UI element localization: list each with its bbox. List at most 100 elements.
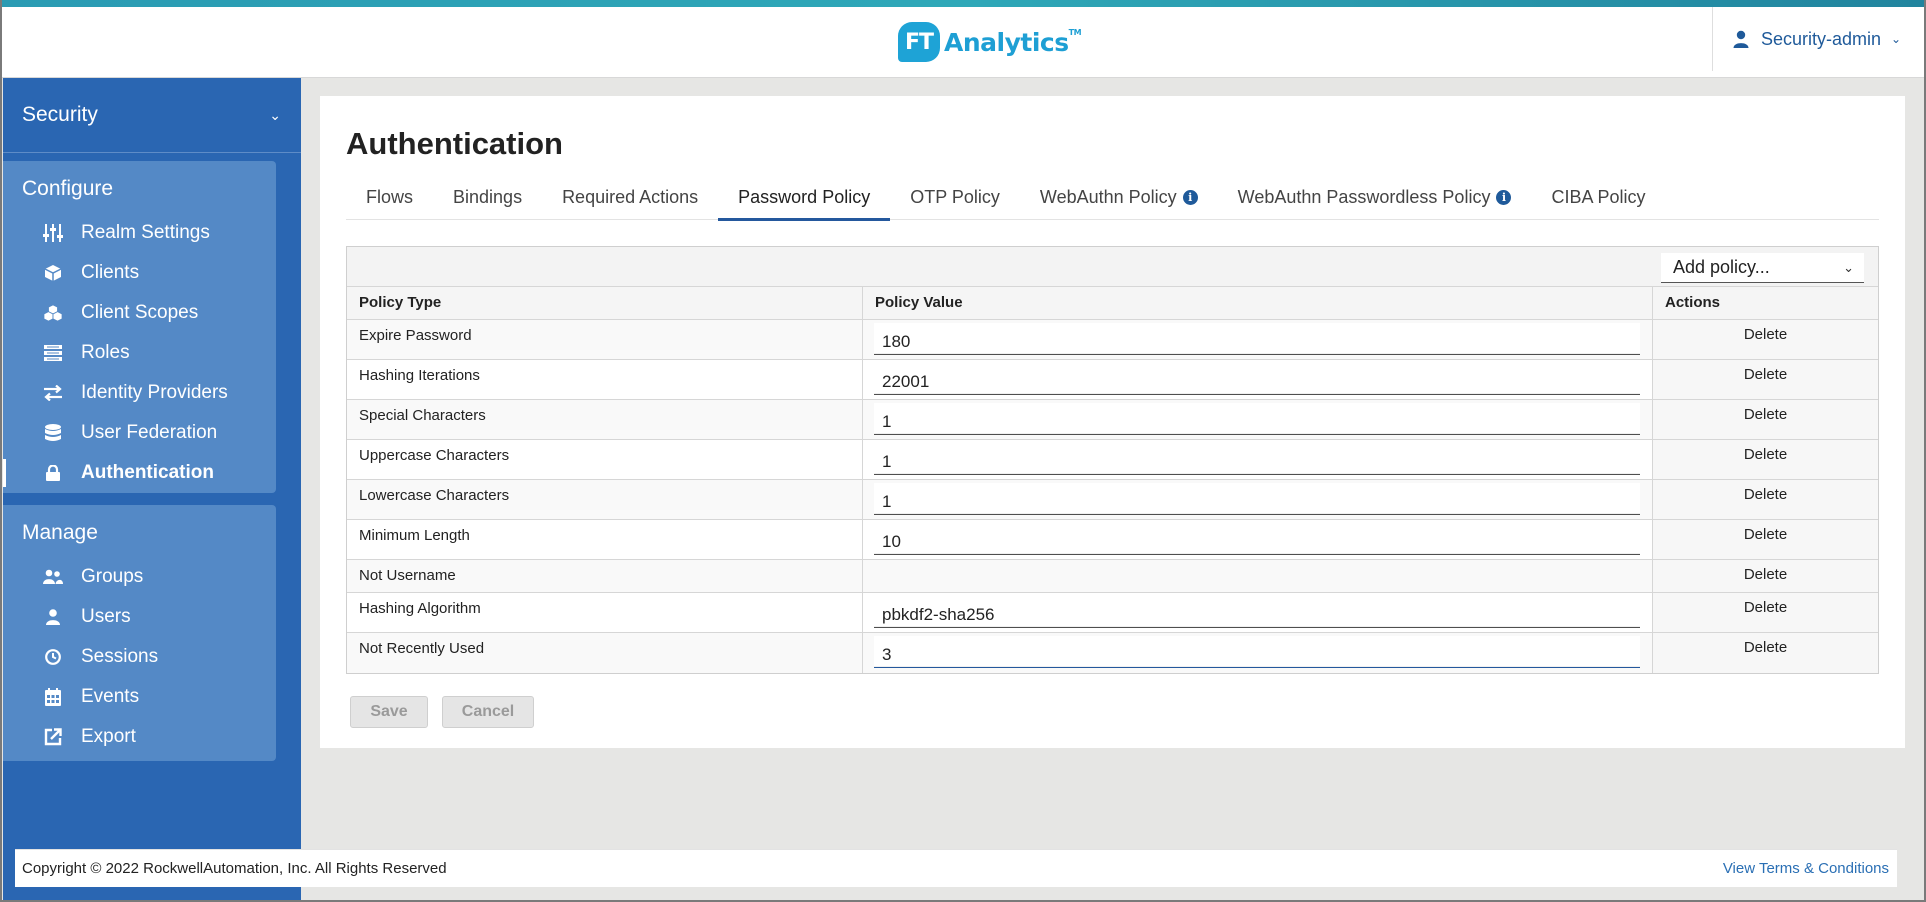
logo-mark: FT [898,22,940,62]
manage-group: Manage Groups Users Sessions Events Expo… [3,505,276,761]
policy-value-input[interactable] [874,323,1640,355]
delete-button[interactable]: Delete [1653,560,1878,592]
table-row: Minimum Length Delete [347,520,1878,560]
table-row: Special Characters Delete [347,400,1878,440]
policy-value-input[interactable] [874,483,1640,515]
policy-type: Uppercase Characters [347,440,863,479]
tab-label: Bindings [453,186,523,207]
policy-value-cell [863,560,1653,592]
table-row: Hashing Iterations Delete [347,360,1878,400]
policy-value-input[interactable] [874,596,1640,628]
sidebar-item-events[interactable]: Events [3,677,276,717]
list-icon [43,343,63,363]
table-body: Expire Password Delete Hashing Iteration… [347,320,1878,673]
sidebar-item-sessions[interactable]: Sessions [3,637,276,677]
delete-button[interactable]: Delete [1653,400,1878,439]
user-name: Security-admin [1761,28,1882,49]
calendar-icon [43,687,63,707]
policy-value-input[interactable] [874,523,1640,555]
cube-icon [43,263,63,283]
sidebar-item-user-federation[interactable]: User Federation [3,413,276,453]
tab-required-actions[interactable]: Required Actions [542,174,718,220]
tab-password-policy[interactable]: Password Policy [718,174,891,221]
delete-button[interactable]: Delete [1653,593,1878,632]
table-row: Lowercase Characters Delete [347,480,1878,520]
tab-bindings[interactable]: Bindings [433,174,542,220]
sidebar-item-label: Roles [81,342,130,363]
delete-button[interactable]: Delete [1653,360,1878,399]
sidebar-item-users[interactable]: Users [3,597,276,637]
sidebar-item-roles[interactable]: Roles [3,333,276,373]
top-bar: FT AnalyticsTM Security-admin ⌄ [0,0,1926,78]
policy-value-input[interactable] [874,363,1640,395]
sidebar-item-groups[interactable]: Groups [3,557,276,597]
footer: Copyright © 2022 RockwellAutomation, Inc… [15,849,1897,887]
logo-wordmark: Analytics [944,27,1069,57]
add-policy-value: Add policy... [1673,257,1770,277]
policy-type: Expire Password [347,320,863,359]
realm-selector[interactable]: Security ⌄ [3,78,301,153]
policy-type: Special Characters [347,400,863,439]
add-policy-select[interactable]: Add policy... ⌄ [1661,253,1864,283]
info-icon[interactable]: i [1496,189,1512,205]
app-logo[interactable]: FT AnalyticsTM [898,16,1082,68]
policy-value-cell [863,593,1653,632]
delete-button[interactable]: Delete [1653,480,1878,519]
sidebar-item-authentication[interactable]: Authentication [3,453,276,493]
page-title: Authentication [346,126,563,161]
policy-value-cell [863,360,1653,399]
policy-type: Not Username [347,560,863,592]
policy-value-cell [863,320,1653,359]
sidebar-item-export[interactable]: Export [3,717,276,757]
tab-otp-policy[interactable]: OTP Policy [890,174,1020,220]
delete-button[interactable]: Delete [1653,520,1878,559]
lock-icon [43,463,63,483]
tab-webauthn-passwordless-policy[interactable]: WebAuthn Passwordless Policy i [1218,174,1532,220]
table-header: Policy Type Policy Value Actions [347,287,1878,320]
chevron-down-icon: ⌄ [269,106,281,123]
sidebar-item-clients[interactable]: Clients [3,253,276,293]
tab-label: WebAuthn Passwordless Policy [1237,186,1491,207]
delete-button[interactable]: Delete [1653,320,1878,359]
user-icon [43,607,63,627]
user-icon [1733,30,1749,48]
tab-webauthn-policy[interactable]: WebAuthn Policy i [1020,174,1218,220]
tab-ciba-policy[interactable]: CIBA Policy [1531,174,1665,220]
info-icon[interactable]: i [1182,189,1198,205]
policy-value-input[interactable] [874,443,1640,475]
clock-icon [43,647,63,667]
tab-label: OTP Policy [910,186,1000,207]
policy-type: Lowercase Characters [347,480,863,519]
policy-type: Hashing Algorithm [347,593,863,632]
delete-button[interactable]: Delete [1653,440,1878,479]
tab-label: Password Policy [738,186,871,207]
table-row: Expire Password Delete [347,320,1878,360]
sidebar-item-realm-settings[interactable]: Realm Settings [3,213,276,253]
policy-value-input[interactable] [874,636,1640,668]
user-menu[interactable]: Security-admin ⌄ [1712,7,1926,71]
column-header-value: Policy Value [863,287,1653,319]
chevron-down-icon: ⌄ [1843,259,1854,275]
column-header-type: Policy Type [347,287,863,319]
tab-flows[interactable]: Flows [346,174,433,220]
tab-bar: Flows Bindings Required Actions Password… [346,174,1879,221]
tab-label: CIBA Policy [1551,186,1646,207]
cancel-button[interactable]: Cancel [442,696,534,728]
policy-value-cell [863,440,1653,479]
export-icon [43,727,63,747]
save-button[interactable]: Save [350,696,428,728]
sidebar-item-label: Users [81,606,131,627]
sidebar-item-label: Client Scopes [81,302,199,323]
cubes-icon [43,303,63,323]
delete-button[interactable]: Delete [1653,633,1878,673]
table-row: Not Recently Used Delete [347,633,1878,673]
tab-label: Required Actions [562,186,699,207]
terms-link[interactable]: View Terms & Conditions [1723,860,1889,877]
sidebar-item-client-scopes[interactable]: Client Scopes [3,293,276,333]
policy-value-cell [863,520,1653,559]
policy-value-input[interactable] [874,403,1640,435]
sidebar-item-label: Events [81,686,140,707]
manage-title: Manage [22,521,98,544]
sidebar-item-identity-providers[interactable]: Identity Providers [3,373,276,413]
tab-label: WebAuthn Policy [1039,186,1177,207]
